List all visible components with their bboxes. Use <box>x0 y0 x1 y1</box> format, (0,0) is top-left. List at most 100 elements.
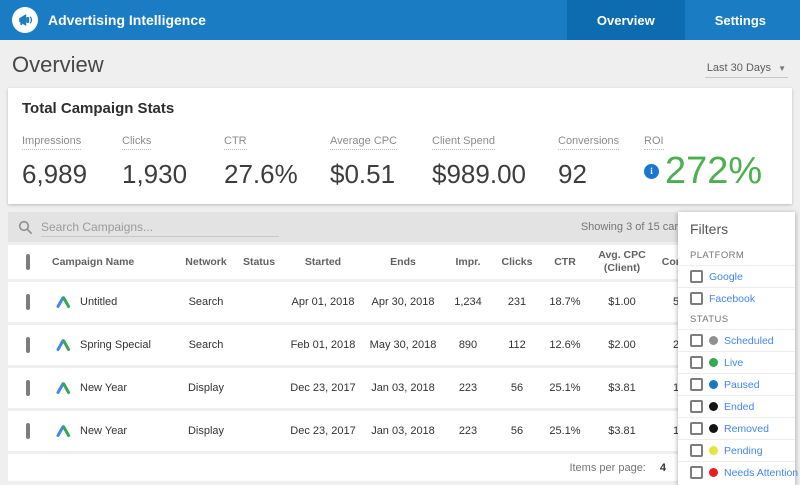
row-checkbox[interactable] <box>26 423 30 439</box>
table-row[interactable]: Spring Special Search Feb 01, 2018 May 3… <box>8 325 792 365</box>
filter-option-label: Needs Attention <box>724 467 798 479</box>
filter-checkbox[interactable] <box>690 356 703 369</box>
cell-avg-cpc: $2.00 <box>590 339 654 351</box>
stat-label: Client Spend <box>432 135 495 150</box>
info-icon[interactable]: i <box>644 164 659 179</box>
filter-section-options: Scheduled Live Paused Ended Removed Pend… <box>678 329 795 483</box>
cell-campaign-name: New Year <box>80 382 176 394</box>
date-range-label: Last 30 Days <box>707 62 771 74</box>
filter-checkbox[interactable] <box>690 400 703 413</box>
top-nav: Overview Settings <box>567 0 796 40</box>
stat-item: Clicks 1,930 <box>122 131 224 190</box>
filter-option-label: Ended <box>724 401 754 413</box>
table-footer: Items per page: 4 <box>8 454 792 481</box>
col-ends: Ends <box>364 256 442 268</box>
stat-label: CTR <box>224 135 247 150</box>
adwords-icon <box>46 424 80 438</box>
filter-status-dot <box>709 402 718 411</box>
items-per-page-label: Items per page: <box>569 462 645 474</box>
table-header-row: Campaign Name Network Status Started End… <box>8 245 792 279</box>
cell-network: Display <box>176 425 236 437</box>
table-row[interactable]: New Year Display Dec 23, 2017 Jan 03, 20… <box>8 411 792 451</box>
table-row[interactable]: Untitled Search Apr 01, 2018 Apr 30, 201… <box>8 282 792 322</box>
filter-checkbox[interactable] <box>690 270 703 283</box>
cell-clicks: 56 <box>494 382 540 394</box>
filter-option-label: Removed <box>724 423 769 435</box>
filter-option[interactable]: Needs Attention <box>678 461 795 483</box>
filter-status-dot <box>709 468 718 477</box>
tab-settings[interactable]: Settings <box>685 0 796 40</box>
filter-option[interactable]: Pending <box>678 439 795 461</box>
cell-ends: Apr 30, 2018 <box>364 296 442 308</box>
cell-clicks: 56 <box>494 425 540 437</box>
filter-option[interactable]: Google <box>678 265 795 287</box>
filter-checkbox[interactable] <box>690 378 703 391</box>
filter-section: STATUS Scheduled Live Paused Ended Remov… <box>678 309 795 483</box>
filter-option[interactable]: Live <box>678 351 795 373</box>
cell-network: Search <box>176 339 236 351</box>
stat-item: ROI i 272% <box>644 131 778 190</box>
stat-item: CTR 27.6% <box>224 131 330 190</box>
cell-started: Feb 01, 2018 <box>282 339 364 351</box>
adwords-icon <box>46 338 80 352</box>
search-input[interactable] <box>41 218 279 237</box>
filter-checkbox[interactable] <box>690 422 703 435</box>
search-icon <box>18 220 33 235</box>
select-all-checkbox[interactable] <box>26 254 30 270</box>
filter-status-dot <box>709 380 718 389</box>
col-ctr: CTR <box>540 256 590 268</box>
cell-avg-cpc: $1.00 <box>590 296 654 308</box>
filter-status-dot <box>709 424 718 433</box>
filter-option[interactable]: Scheduled <box>678 329 795 351</box>
row-checkbox[interactable] <box>26 380 30 396</box>
filter-status-dot <box>709 446 718 455</box>
total-campaign-stats-card: Total Campaign Stats Impressions 6,989 C… <box>8 88 792 204</box>
cell-ends: Jan 03, 2018 <box>364 425 442 437</box>
cell-ctr: 25.1% <box>540 382 590 394</box>
row-checkbox[interactable] <box>26 294 30 310</box>
filter-section-label: STATUS <box>678 309 795 329</box>
filter-section-label: PLATFORM <box>678 245 795 265</box>
tab-overview[interactable]: Overview <box>567 0 685 40</box>
adwords-icon <box>46 295 80 309</box>
date-range-selector[interactable]: Last 30 Days ▼ <box>705 59 788 78</box>
filter-checkbox[interactable] <box>690 444 703 457</box>
stat-label: Impressions <box>22 135 81 150</box>
stat-label: Conversions <box>558 135 619 150</box>
filter-option[interactable]: Facebook <box>678 287 795 309</box>
filter-option[interactable]: Removed <box>678 417 795 439</box>
filter-option-label: Pending <box>724 445 763 457</box>
filter-option-label: Paused <box>724 379 760 391</box>
table-row[interactable]: New Year Display Dec 23, 2017 Jan 03, 20… <box>8 368 792 408</box>
row-checkbox[interactable] <box>26 337 30 353</box>
filter-option-label: Scheduled <box>724 335 774 347</box>
page-title: Overview <box>12 52 104 78</box>
stat-label: ROI <box>644 135 664 150</box>
filter-option-label: Google <box>709 271 743 283</box>
items-per-page-value[interactable]: 4 <box>660 462 666 474</box>
filter-section: PLATFORM Google Facebook <box>678 245 795 309</box>
filter-section-options: Google Facebook <box>678 265 795 309</box>
cell-impressions: 1,234 <box>442 296 494 308</box>
stat-value: 92 <box>558 159 587 190</box>
filter-checkbox[interactable] <box>690 466 703 479</box>
stat-value: $989.00 <box>432 159 526 190</box>
filter-checkbox[interactable] <box>690 334 703 347</box>
stats-card-title: Total Campaign Stats <box>22 100 778 117</box>
cell-ctr: 18.7% <box>540 296 590 308</box>
page-header: Overview Last 30 Days ▼ <box>0 40 800 88</box>
col-status: Status <box>236 256 282 268</box>
cell-campaign-name: Spring Special <box>80 339 176 351</box>
filter-option[interactable]: Paused <box>678 373 795 395</box>
top-bar: Advertising Intelligence Overview Settin… <box>0 0 800 40</box>
filter-option[interactable]: Ended <box>678 395 795 417</box>
app-logo <box>12 7 38 33</box>
app-title: Advertising Intelligence <box>48 12 567 28</box>
filter-checkbox[interactable] <box>690 292 703 305</box>
cell-campaign-name: New Year <box>80 425 176 437</box>
table-body: Untitled Search Apr 01, 2018 Apr 30, 201… <box>8 282 792 451</box>
cell-impressions: 223 <box>442 425 494 437</box>
col-clicks: Clicks <box>494 256 540 268</box>
stat-label: Clicks <box>122 135 151 150</box>
cell-started: Apr 01, 2018 <box>282 296 364 308</box>
